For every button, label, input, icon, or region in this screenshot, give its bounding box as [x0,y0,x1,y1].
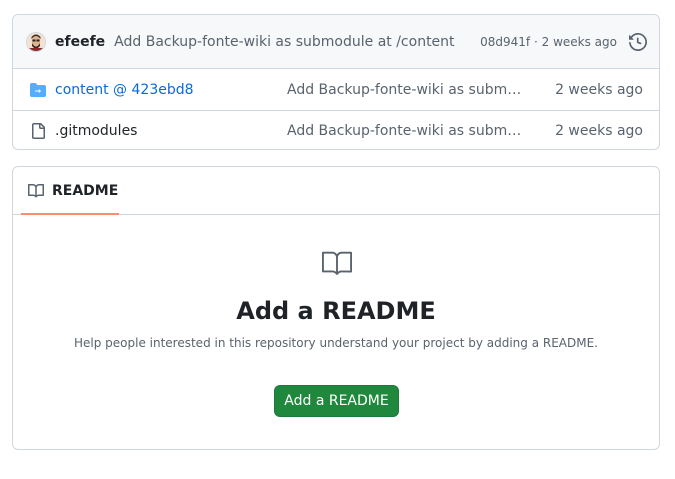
file-name-gitmodules[interactable]: .gitmodules [55,123,137,139]
readme-panel: README Add a README Help people interest… [12,166,660,450]
commit-hash[interactable]: 08d941f [480,35,530,49]
commit-meta: 08d941f · 2 weeks ago [480,35,617,49]
readme-header: README [13,167,659,215]
add-readme-button[interactable]: Add a README [274,385,399,417]
book-icon [28,183,44,198]
file-row-submodule[interactable]: content @ 423ebd8 Add Backup-fonte-wiki … [13,69,659,110]
file-age: 2 weeks ago [555,81,643,98]
book-icon [322,251,352,275]
commit-separator: · [533,34,538,49]
commit-age: 2 weeks ago [541,34,617,49]
file-browser: efeefe Add Backup-fonte-wiki as submodul… [12,14,660,150]
file-icon [29,122,47,140]
latest-commit-bar: efeefe Add Backup-fonte-wiki as submodul… [13,15,659,69]
readme-empty-title: Add a README [236,297,436,325]
tab-readme[interactable]: README [21,167,119,215]
readme-empty-description: Help people interested in this repositor… [73,336,598,350]
history-icon[interactable] [629,33,647,51]
file-submodule-icon [29,81,47,99]
file-commit-message[interactable]: Add Backup-fonte-wiki as submodule at /c… [287,123,527,139]
author-avatar-image [27,32,45,51]
file-row-gitmodules[interactable]: .gitmodules Add Backup-fonte-wiki as sub… [13,110,659,149]
author-avatar[interactable] [26,31,46,52]
file-commit-message[interactable]: Add Backup-fonte-wiki as submodule at /c… [287,82,527,98]
file-name-submodule[interactable]: content @ 423ebd8 [55,82,194,98]
file-age: 2 weeks ago [555,123,643,139]
tab-readme-label: README [52,183,119,199]
commit-message[interactable]: Add Backup-fonte-wiki as submodule at /c… [114,34,454,50]
commit-author[interactable]: efeefe [55,34,105,50]
tab-active-underline [21,213,119,215]
